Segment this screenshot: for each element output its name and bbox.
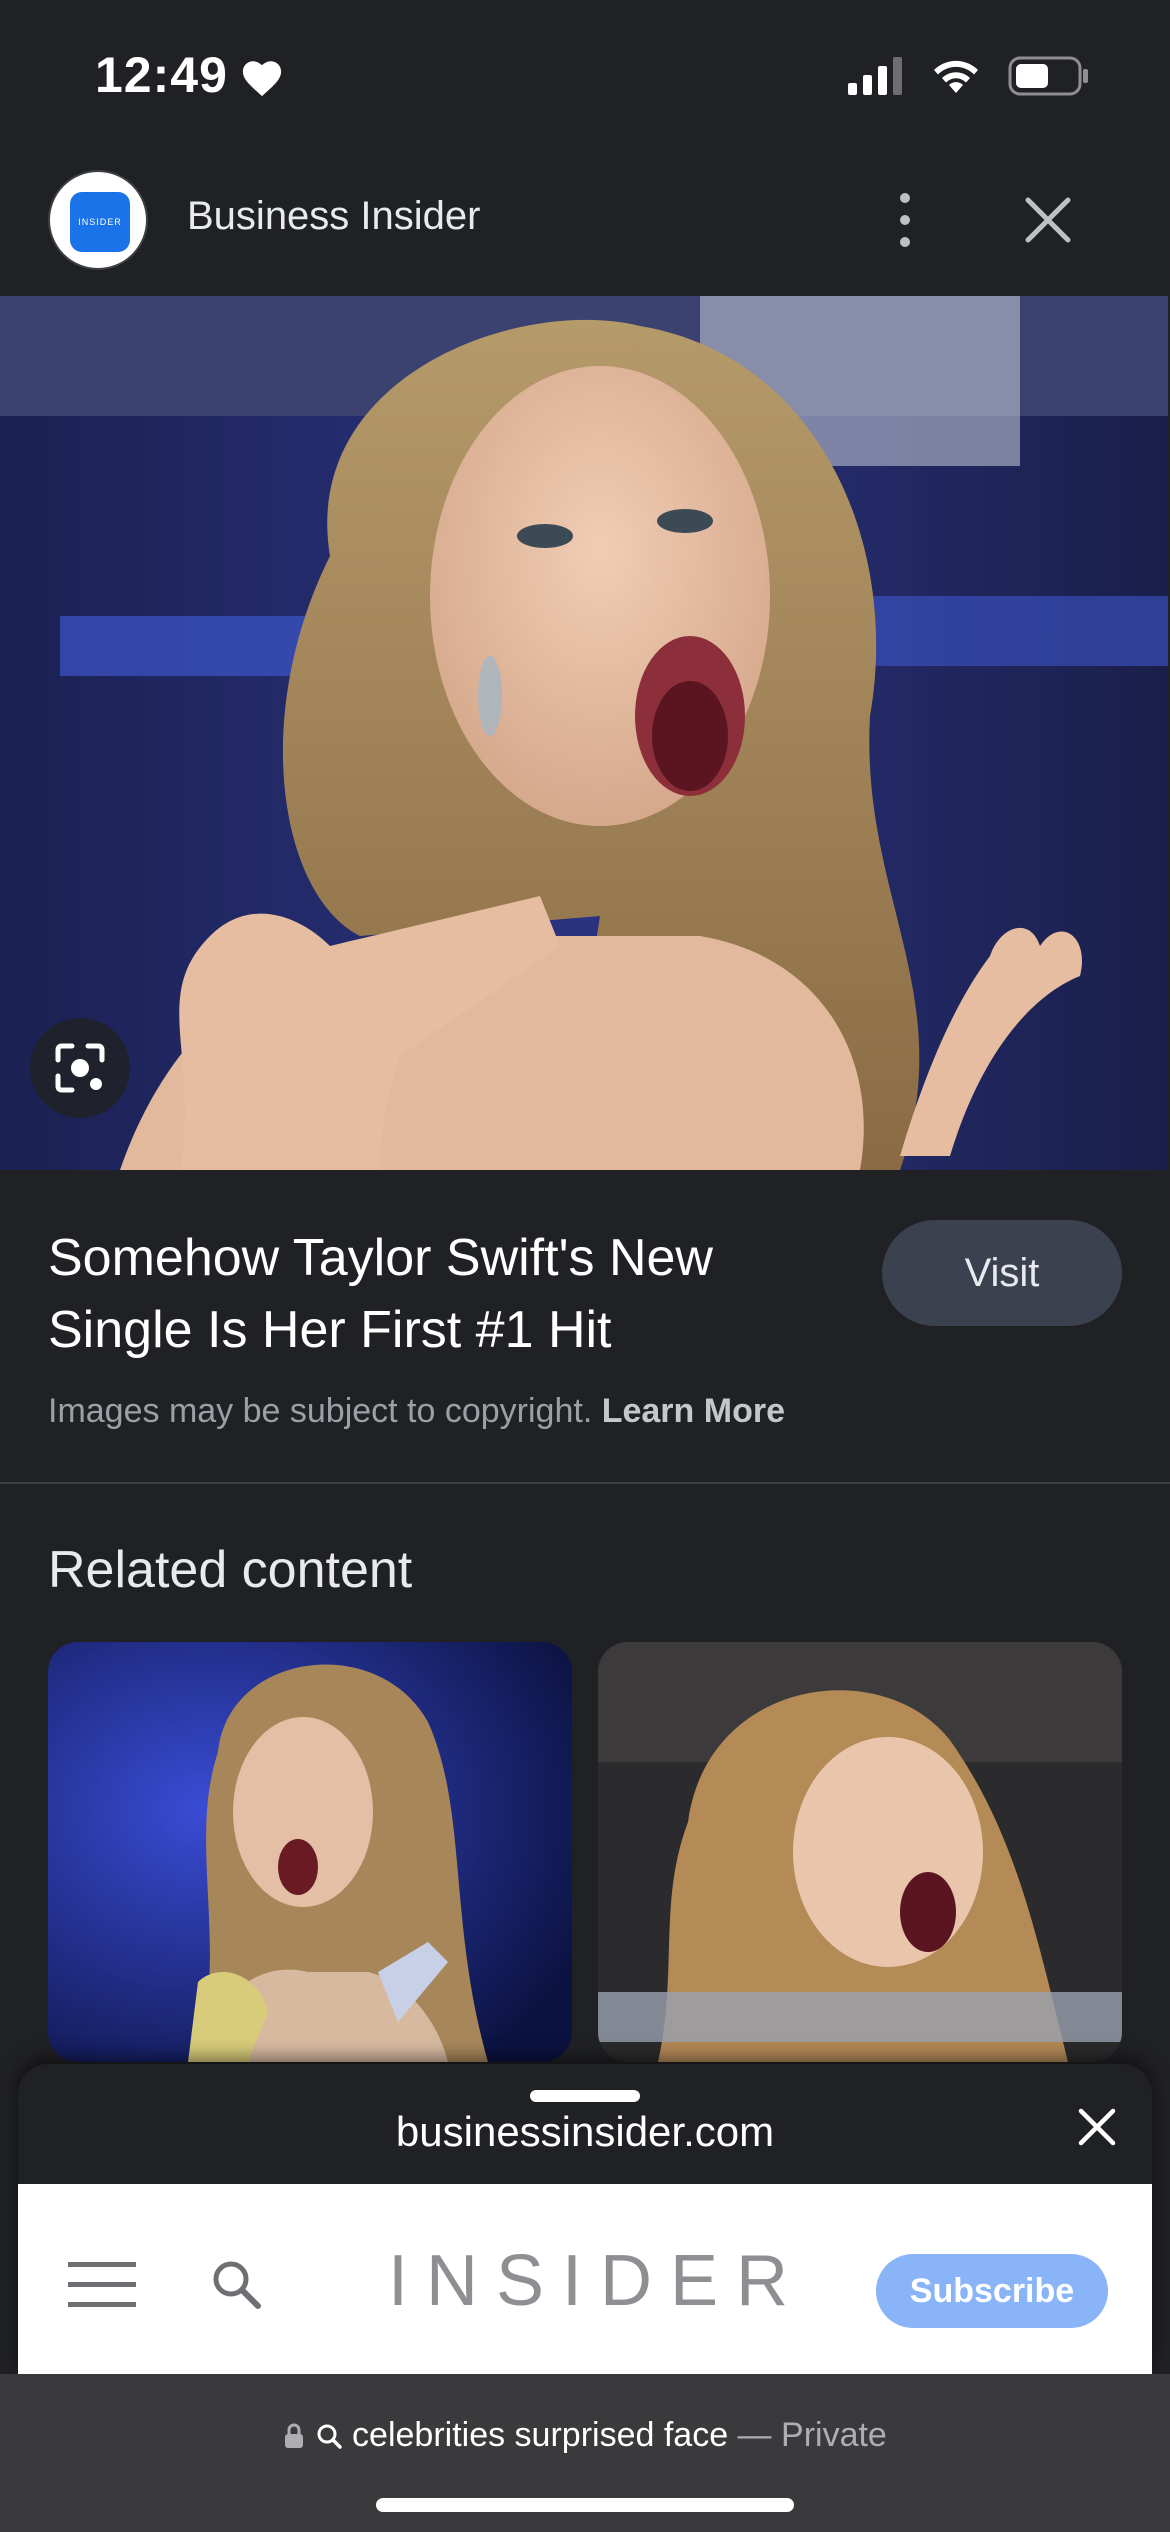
lens-button[interactable] [30,1018,130,1118]
result-title[interactable]: Somehow Taylor Swift's New Single Is Her… [48,1222,828,1366]
visit-button[interactable]: Visit [882,1220,1122,1326]
sheet-grabber[interactable] [530,2090,640,2102]
learn-more-link[interactable]: Learn More [602,1392,785,1430]
search-icon[interactable] [208,2256,264,2312]
heart-icon [242,61,282,97]
search-query: celebrities surprised face [352,2416,729,2454]
source-header: INSIDER Business Insider [0,150,1170,296]
related-image [48,1642,572,2062]
menu-icon[interactable] [68,2260,136,2308]
close-icon[interactable] [1076,2106,1118,2148]
sheet-url: businessinsider.com [395,2108,775,2155]
lock-icon [285,2423,304,2448]
subscribe-button[interactable]: Subscribe [876,2254,1108,2328]
wifi-icon [934,60,978,93]
related-thumbnail[interactable] [48,1642,572,2062]
private-label: Private [781,2416,887,2454]
home-indicator[interactable] [376,2498,794,2512]
copyright-text: Images may be subject to copyright. [48,1392,593,1430]
copyright-notice: Images may be subject to copyright. Lear… [48,1392,785,1431]
related-image [598,1642,1122,2062]
browser-bottom-bar[interactable]: celebrities surprised face — Private [0,2374,1170,2532]
cellular-signal-icon [848,57,902,95]
related-thumbnail[interactable] [598,1642,1122,2062]
related-heading: Related content [48,1541,413,1599]
address-summary[interactable]: celebrities surprised face — Private [0,2416,1170,2455]
status-time: 12:49 [95,47,228,103]
status-bar: 12:49 [0,0,1170,150]
more-options-icon[interactable] [885,190,925,250]
query-separator: — [728,2416,782,2454]
insider-wordmark: INSIDER [388,2241,807,2321]
divider [0,1482,1170,1484]
source-logo[interactable]: INSIDER [48,170,148,270]
singer-photo [0,296,1168,1170]
lens-icon [55,1043,105,1093]
close-icon[interactable] [1018,190,1078,250]
battery-icon [1008,56,1088,96]
insider-logo: INSIDER [70,192,130,252]
result-details: Somehow Taylor Swift's New Single Is Her… [0,1170,1170,1484]
search-icon [317,2424,342,2449]
site-header: INSIDER Subscribe [18,2184,1152,2374]
status-indicators [848,56,1090,96]
web-preview-sheet[interactable]: businessinsider.com INSIDER Subscribe [18,2064,1152,2374]
preview-image[interactable] [0,296,1168,1170]
source-name[interactable]: Business Insider [187,194,480,239]
